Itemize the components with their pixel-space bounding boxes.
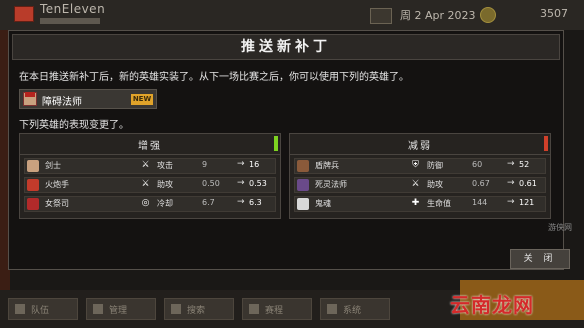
hero-avatar-icon xyxy=(27,198,39,210)
stat-label: 冷却 xyxy=(157,199,173,208)
arrow-right-icon: → xyxy=(507,178,515,188)
calendar-icon xyxy=(370,8,392,24)
nav-team-button[interactable]: 队伍 xyxy=(8,298,78,320)
sword-icon: ⚔ xyxy=(141,160,150,170)
stat-new-value: 16 xyxy=(249,160,260,169)
cooldown-icon: ◎ xyxy=(141,198,150,208)
stat-new-value: 52 xyxy=(519,160,530,169)
nav-label: 管理 xyxy=(109,306,128,316)
stat-label: 攻击 xyxy=(157,161,173,170)
stat-old-value: 0.67 xyxy=(472,179,490,188)
buff-row[interactable]: 剑士 ⚔ 攻击 9 → 16 xyxy=(24,158,276,174)
nerf-flag xyxy=(544,136,548,151)
new-badge: NEW xyxy=(131,94,153,105)
stat-old-value: 144 xyxy=(472,198,488,207)
buff-row[interactable]: 女祭司 ◎ 冷却 6.7 → 6.3 xyxy=(24,196,276,212)
nerf-panel-header: 减弱 xyxy=(290,134,550,155)
hero-name: 女祭司 xyxy=(45,199,69,208)
buff-panel: 增强 剑士 ⚔ 攻击 9 → 16 火炮手 ⚔ 助攻 0.50 → 0.53 女… xyxy=(19,133,281,219)
buff-panel-title: 增强 xyxy=(138,141,162,152)
nav-schedule-button[interactable]: 赛程 xyxy=(242,298,312,320)
money-amount: 3507 xyxy=(540,7,568,20)
stat-new-value: 121 xyxy=(519,198,535,207)
stat-new-value: 0.61 xyxy=(519,179,537,188)
nerf-row[interactable]: 鬼魂 ✚ 生命值 144 → 121 xyxy=(294,196,546,212)
sword-icon: ⚔ xyxy=(141,179,150,189)
arrow-right-icon: → xyxy=(237,159,245,169)
stat-old-value: 0.50 xyxy=(202,179,220,188)
hero-avatar-icon xyxy=(27,179,39,191)
shield-icon: ⛨ xyxy=(412,160,419,170)
search-icon xyxy=(171,304,181,314)
buff-flag xyxy=(274,136,278,151)
stat-label: 助攻 xyxy=(157,180,173,189)
watermark-small: 游侠网 xyxy=(548,223,572,232)
hero-avatar-icon xyxy=(297,198,309,210)
nerf-panel: 减弱 盾牌兵 ⛨ 防御 60 → 52 死灵法师 ⚔ 助攻 0.67 → 0.6… xyxy=(289,133,551,219)
nav-label: 搜索 xyxy=(187,306,206,316)
nav-search-button[interactable]: 搜索 xyxy=(164,298,234,320)
hero-name: 火炮手 xyxy=(45,180,69,189)
intro-text: 在本日推送新补丁后，新的英雄实装了。从下一场比赛之后，你可以使用下列的英雄了。 xyxy=(19,72,409,83)
system-icon xyxy=(327,304,337,314)
hero-name: 死灵法师 xyxy=(315,180,347,189)
watermark-site: 云南龙网 xyxy=(450,293,534,317)
nerf-panel-title: 减弱 xyxy=(408,141,432,152)
stat-old-value: 6.7 xyxy=(202,198,215,207)
stat-label: 防御 xyxy=(427,161,443,170)
hero-avatar-icon xyxy=(297,160,309,172)
hero-avatar-icon xyxy=(297,179,309,191)
team-name: TenEleven xyxy=(40,2,106,16)
stat-label: 助攻 xyxy=(427,180,443,189)
manage-icon xyxy=(93,304,103,314)
team-icon xyxy=(15,304,25,314)
new-hero-name: 障碍法师 xyxy=(42,97,82,108)
hero-name: 盾牌兵 xyxy=(315,161,339,170)
arrow-right-icon: → xyxy=(237,197,245,207)
buff-panel-header: 增强 xyxy=(20,134,280,155)
new-hero-card[interactable]: 障碍法师 NEW xyxy=(19,89,157,109)
nav-label: 系统 xyxy=(343,306,362,316)
modal-title-bar: 推送新补丁 xyxy=(12,34,560,60)
nav-label: 赛程 xyxy=(265,306,284,316)
hero-avatar-icon xyxy=(23,92,37,106)
hero-avatar-icon xyxy=(27,160,39,172)
stat-new-value: 0.53 xyxy=(249,179,267,188)
hero-name: 剑士 xyxy=(45,161,61,170)
schedule-icon xyxy=(249,304,259,314)
team-logo xyxy=(14,6,34,22)
nav-system-button[interactable]: 系统 xyxy=(320,298,390,320)
changed-text: 下列英雄的表现变更了。 xyxy=(19,120,129,131)
nerf-row[interactable]: 盾牌兵 ⛨ 防御 60 → 52 xyxy=(294,158,546,174)
stat-old-value: 60 xyxy=(472,160,483,169)
patch-modal: 推送新补丁 在本日推送新补丁后，新的英雄实装了。从下一场比赛之后，你可以使用下列… xyxy=(8,30,570,270)
nerf-row[interactable]: 死灵法师 ⚔ 助攻 0.67 → 0.61 xyxy=(294,177,546,193)
close-button[interactable]: 关 闭 xyxy=(510,249,570,269)
arrow-right-icon: → xyxy=(507,159,515,169)
cross-icon: ✚ xyxy=(411,198,420,208)
team-subtitle xyxy=(40,18,100,24)
nav-manage-button[interactable]: 管理 xyxy=(86,298,156,320)
current-date: 周 2 Apr 2023 xyxy=(400,9,476,22)
stat-old-value: 9 xyxy=(202,160,208,169)
buff-row[interactable]: 火炮手 ⚔ 助攻 0.50 → 0.53 xyxy=(24,177,276,193)
arrow-right-icon: → xyxy=(237,178,245,188)
arrow-right-icon: → xyxy=(507,197,515,207)
hero-name: 鬼魂 xyxy=(315,199,331,208)
stat-new-value: 6.3 xyxy=(249,198,262,207)
modal-title: 推送新补丁 xyxy=(241,39,331,55)
coin-icon xyxy=(480,7,496,23)
nav-label: 队伍 xyxy=(31,306,50,316)
stat-label: 生命值 xyxy=(427,199,451,208)
sword-icon: ⚔ xyxy=(411,179,420,189)
